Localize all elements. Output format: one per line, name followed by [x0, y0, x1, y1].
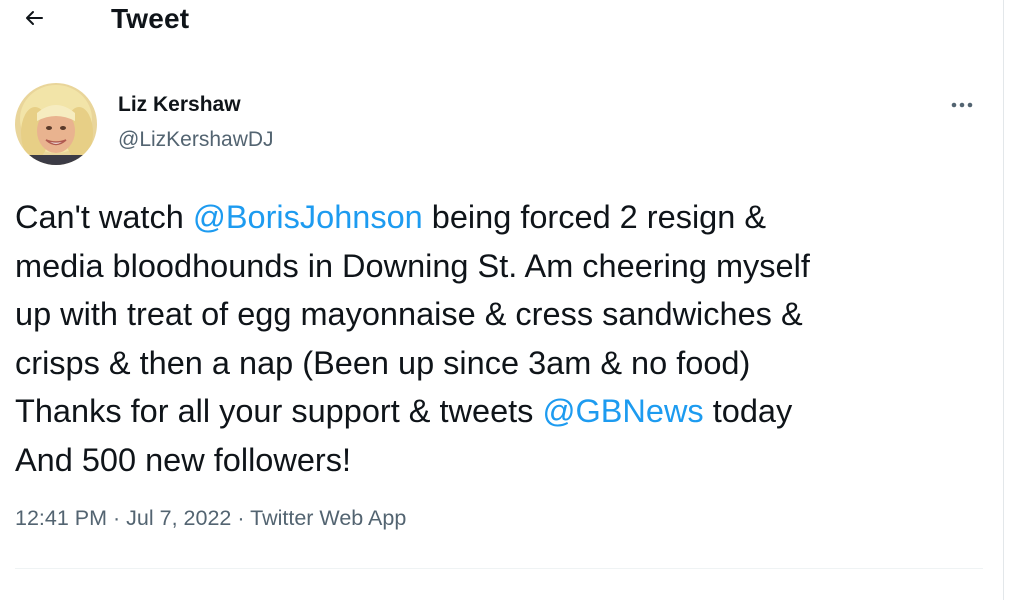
tweet-source[interactable]: Twitter Web App [250, 506, 406, 530]
tweet-date[interactable]: Jul 7, 2022 [126, 506, 231, 530]
page-title: Tweet [111, 3, 190, 34]
tweet-text-segment: Thanks for all your support & tweets [15, 393, 543, 429]
tweet-line: crisps & then a nap (Been up since 3am &… [15, 339, 990, 388]
tweet-text-segment: today [703, 393, 793, 429]
column-divider [1003, 0, 1014, 600]
divider [15, 568, 983, 569]
mention-link[interactable]: @BorisJohnson [193, 199, 423, 235]
tweet-line: Can't watch @BorisJohnson being forced 2… [15, 193, 990, 242]
more-options-button[interactable] [942, 92, 982, 120]
avatar[interactable] [15, 83, 97, 165]
tweet-line: And 500 new followers! [15, 436, 990, 485]
tweet-text-segment: being forced 2 resign & [422, 199, 767, 235]
tweet-line: media bloodhounds in Downing St. Am chee… [15, 242, 990, 291]
tweet-text-segment: media bloodhounds in Downing St. Am chee… [15, 247, 810, 284]
author-display-name[interactable]: Liz Kershaw [118, 93, 241, 117]
back-button[interactable] [14, 2, 54, 38]
more-horizontal-icon [949, 97, 975, 115]
tweet-text-segment: Can't watch [15, 199, 193, 235]
author-handle[interactable]: @LizKershawDJ [118, 128, 274, 152]
tweet-time[interactable]: 12:41 PM [15, 506, 107, 530]
tweet-line: up with treat of egg mayonnaise & cress … [15, 290, 990, 339]
meta-separator: · [113, 506, 121, 530]
tweet-text-segment: crisps & then a nap (Been up since 3am &… [15, 344, 751, 381]
meta-separator: · [237, 506, 245, 530]
tweet-line: Thanks for all your support & tweets @GB… [15, 387, 990, 436]
tweet-text-segment: And 500 new followers! [15, 441, 352, 478]
mention-link[interactable]: @GBNews [542, 393, 703, 429]
tweet-text: Can't watch @BorisJohnson being forced 2… [15, 193, 990, 484]
tweet-text-segment: up with treat of egg mayonnaise & cress … [15, 296, 803, 332]
tweet-metadata: 12:41 PM · Jul 7, 2022 · Twitter Web App [15, 506, 406, 531]
arrow-left-icon [22, 6, 46, 35]
header-bar: Tweet [0, 0, 1003, 46]
tweet-page: Tweet Liz Kershaw @LizKershawDJ Can't wa… [0, 0, 1014, 600]
